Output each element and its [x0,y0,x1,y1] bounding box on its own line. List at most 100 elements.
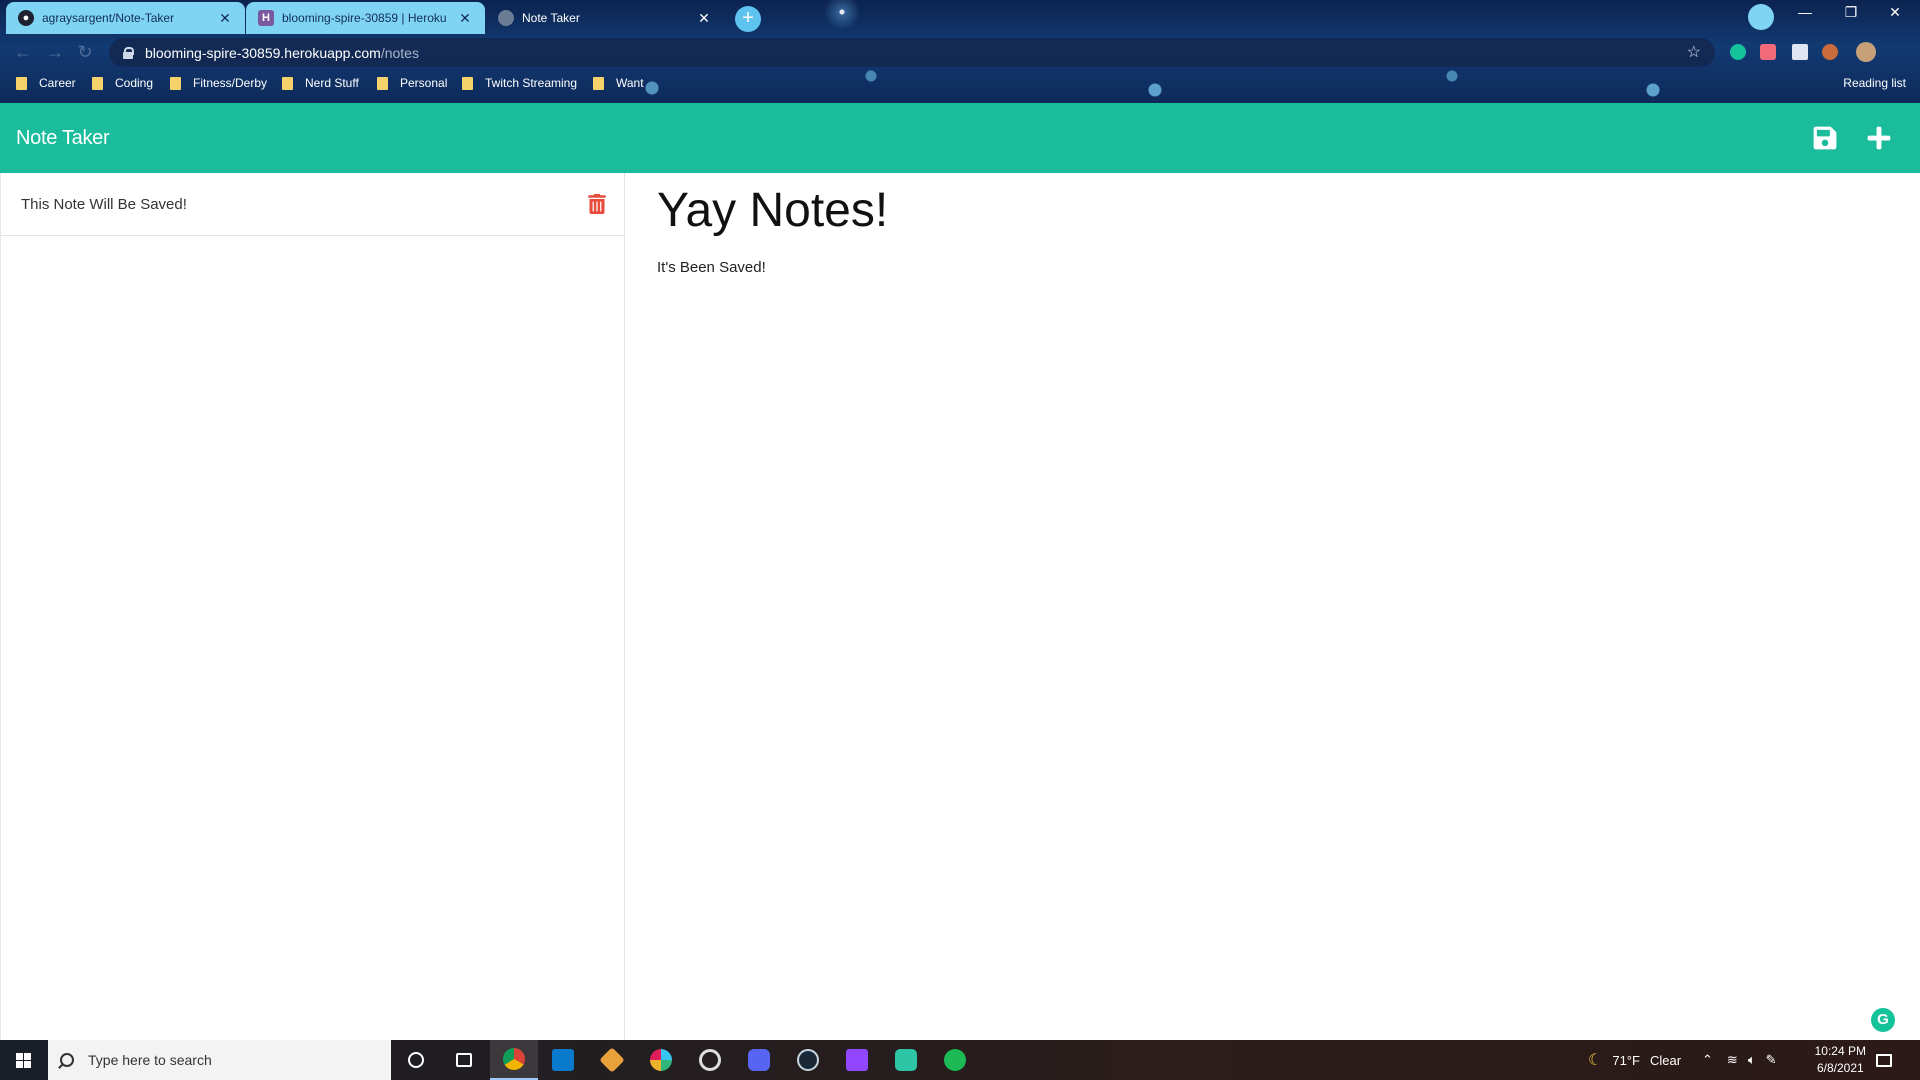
app-brand[interactable]: Note Taker [16,127,110,150]
notification-icon[interactable] [1876,1040,1892,1080]
forward-icon[interactable]: → [44,41,66,63]
folder-icon [593,76,604,90]
grammarly-icon[interactable]: G [1871,1008,1895,1032]
windows-taskbar: Type here to search ☾ 71°F Clear ⌃ ≋ 🔈︎ … [0,1040,1920,1080]
twitch-icon[interactable] [833,1040,881,1080]
tab-heroku[interactable]: H blooming-spire-30859 | Heroku ✕ [246,2,485,34]
profile-icon[interactable] [1748,4,1774,30]
avatar[interactable] [1856,42,1876,62]
git-icon[interactable] [588,1040,636,1080]
reload-icon[interactable]: ↻ [74,41,96,63]
extension-icon[interactable] [1760,44,1776,60]
cortana-icon[interactable] [392,1040,440,1080]
start-button[interactable] [0,1040,48,1080]
taskbar-clock[interactable]: 10:24 PM 6/8/2021 [1815,1043,1866,1077]
bookmark-coding[interactable]: Coding [92,76,153,90]
tray-icons: ⌃ ≋ 🔈︎ ✎ [1702,1040,1777,1080]
tab-strip: ● agraysargent/Note-Taker ✕ H blooming-s… [0,0,1920,34]
notes-sidebar: This Note Will Be Saved! [0,173,625,1040]
trash-icon[interactable] [588,194,606,214]
weather-widget[interactable]: ☾ 71°F Clear [1588,1040,1681,1080]
tab-title: agraysargent/Note-Taker [42,11,175,25]
weather-desc: Clear [1649,1052,1682,1068]
browser-toolbar: ← → ↻ blooming-spire-30859.herokuapp.com… [0,36,1920,68]
steam-icon[interactable] [784,1040,832,1080]
tab-note-taker[interactable]: Note Taker ✕ [486,2,724,34]
url-host: blooming-spire-30859.herokuapp.com [145,44,381,61]
chrome-icon[interactable] [490,1040,538,1080]
new-note-icon[interactable] [1866,125,1892,151]
note-text[interactable]: It's Been Saved! [657,259,888,276]
folder-icon [16,76,27,90]
discord-icon[interactable] [735,1040,783,1080]
pen-icon[interactable]: ✎ [1766,1052,1777,1068]
search-icon [60,1053,74,1067]
save-note-icon[interactable] [1812,125,1838,151]
volume-icon[interactable]: 🔈︎ [1748,1052,1756,1068]
bookmark-fitness[interactable]: Fitness/Derby [170,76,267,90]
spotify-icon[interactable] [931,1040,979,1080]
reading-list-button[interactable]: Reading list [1843,76,1906,90]
globe-icon [498,10,514,26]
weather-temp: 71°F [1612,1052,1640,1068]
grammarly-extension-icon[interactable] [1730,44,1746,60]
folder-icon [92,76,103,90]
bookmark-label: Nerd Stuff [305,76,359,90]
folder-icon [170,76,181,90]
address-bar[interactable]: blooming-spire-30859.herokuapp.com/notes… [109,38,1715,67]
windows-logo-icon [16,1053,31,1068]
app-navbar: Note Taker [0,103,1920,173]
clock-time: 10:24 PM [1814,1044,1866,1058]
close-icon[interactable]: ✕ [457,10,473,27]
close-icon[interactable]: ✕ [217,10,233,27]
close-window-icon[interactable]: ✕ [1880,4,1910,21]
minimize-icon[interactable]: — [1790,4,1820,20]
search-placeholder: Type here to search [88,1052,212,1068]
folder-icon [462,76,473,90]
vscode-icon[interactable] [539,1040,587,1080]
tab-title: blooming-spire-30859 | Heroku [282,11,447,25]
creative-cloud-icon[interactable] [686,1040,734,1080]
note-editor: Yay Notes! It's Been Saved! [657,183,888,276]
new-tab-button[interactable]: + [735,6,761,32]
tab-title: Note Taker [522,11,580,25]
list-item[interactable]: This Note Will Be Saved! [1,173,624,236]
reading-list-label: Reading list [1843,76,1906,90]
tab-github[interactable]: ● agraysargent/Note-Taker ✕ [6,2,245,34]
close-icon[interactable]: ✕ [696,10,712,27]
clock-date: 6/8/2021 [1816,1061,1864,1075]
bookmark-label: Fitness/Derby [193,76,268,90]
bookmark-career[interactable]: Career [16,76,76,90]
bookmark-label: Personal [400,76,448,90]
bookmarks-bar: Career Coding Fitness/Derby Nerd Stuff P… [0,70,1920,98]
chevron-up-icon[interactable]: ⌃ [1702,1052,1713,1068]
folder-icon [282,76,293,90]
restore-icon[interactable]: ❐ [1836,4,1866,21]
bookmark-label: Coding [115,76,154,90]
taskbar-search-input[interactable]: Type here to search [48,1040,391,1080]
wifi-icon[interactable]: ≋ [1727,1052,1738,1068]
folder-icon [377,76,388,90]
bookmark-want[interactable]: Want [593,76,644,90]
extension-icon[interactable] [1792,44,1808,60]
extension-icon[interactable] [1822,44,1838,60]
bookmark-personal[interactable]: Personal [377,76,447,90]
back-icon[interactable]: ← [12,41,34,63]
gamepad-icon[interactable] [882,1040,930,1080]
bookmark-twitch[interactable]: Twitch Streaming [462,76,577,90]
bookmark-star-icon[interactable]: ☆ [1687,42,1701,62]
task-view-icon[interactable] [440,1040,488,1080]
note-taker-app: Note Taker This Note Will Be Saved! Yay … [0,103,1920,1040]
github-icon: ● [18,10,34,26]
bookmark-label: Career [39,76,76,90]
browser-chrome: ● agraysargent/Note-Taker ✕ H blooming-s… [0,0,1920,103]
note-title[interactable]: Yay Notes! [657,183,888,239]
bookmark-nerd-stuff[interactable]: Nerd Stuff [282,76,359,90]
url-path: /notes [380,44,419,61]
bookmark-label: Twitch Streaming [485,76,578,90]
slack-icon[interactable] [637,1040,685,1080]
lock-icon [123,46,134,59]
heroku-icon: H [258,10,274,26]
moon-icon: ☾ [1588,1052,1603,1069]
note-list-title: This Note Will Be Saved! [21,195,187,213]
